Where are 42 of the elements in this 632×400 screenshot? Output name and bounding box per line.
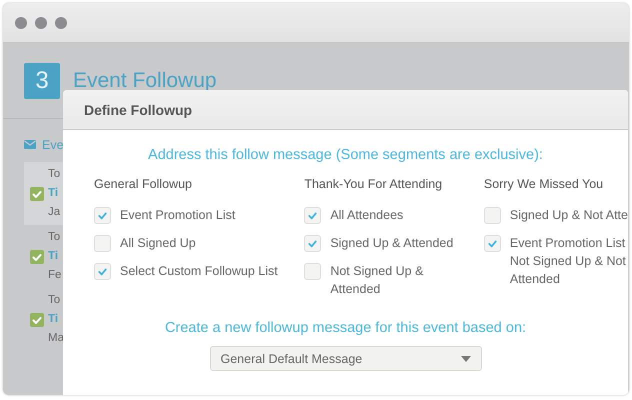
group-heading: Sorry We Missed You (484, 177, 604, 191)
event-text: Ja (47, 205, 62, 220)
checkbox[interactable] (484, 235, 501, 252)
checkbox[interactable] (94, 263, 111, 280)
option-label: All Signed Up (120, 235, 196, 252)
checkbox[interactable] (30, 312, 44, 326)
option-label: Not Signed Up & Attended (330, 263, 424, 298)
event-link[interactable]: Ti (48, 247, 58, 266)
window-control-icon[interactable] (55, 16, 67, 28)
event-text: To (47, 293, 62, 308)
checkbox[interactable] (304, 235, 322, 252)
checkbox[interactable] (30, 186, 44, 200)
section-label: Eve (42, 138, 64, 152)
checkbox[interactable] (484, 207, 501, 224)
checkbox[interactable] (94, 235, 111, 252)
checkbox[interactable] (304, 263, 322, 280)
event-text: Fe (47, 268, 62, 283)
template-dropdown[interactable]: General Default Message (210, 346, 482, 371)
event-text: Ma (47, 331, 65, 346)
event-link[interactable]: Ti (48, 184, 58, 203)
event-text: To (47, 230, 62, 245)
prompt-text: Create a new followup message for this event based on: (164, 320, 528, 336)
window-control-icon[interactable] (15, 16, 27, 28)
checkbox[interactable] (94, 207, 111, 224)
option-label: Event Promotion List Not Signed Up & Not Attended (510, 235, 626, 288)
event-text: To (47, 167, 62, 182)
dialog-title: Define Followup (84, 102, 192, 118)
option-label: Signed Up & Not Atte (510, 207, 628, 224)
page-title: Event Followup (73, 68, 217, 92)
step-badge: 3 (24, 62, 60, 98)
event-link[interactable]: Ti (48, 310, 58, 329)
prompt-text: Address this follow message (Some segments are exclusive): (147, 147, 544, 163)
option-label: Signed Up & Attended (330, 235, 454, 252)
option-label: Event Promotion List (120, 207, 236, 224)
group-heading: Thank-You For Attending (304, 177, 444, 191)
option-label: Select Custom Followup List (120, 263, 278, 280)
checkbox[interactable] (30, 250, 44, 264)
checkbox[interactable] (304, 207, 322, 224)
caret-icon (460, 356, 470, 362)
group-heading: General Followup (94, 177, 193, 191)
option-label: All Attendees (330, 207, 404, 224)
window-control-icon[interactable] (35, 16, 47, 28)
